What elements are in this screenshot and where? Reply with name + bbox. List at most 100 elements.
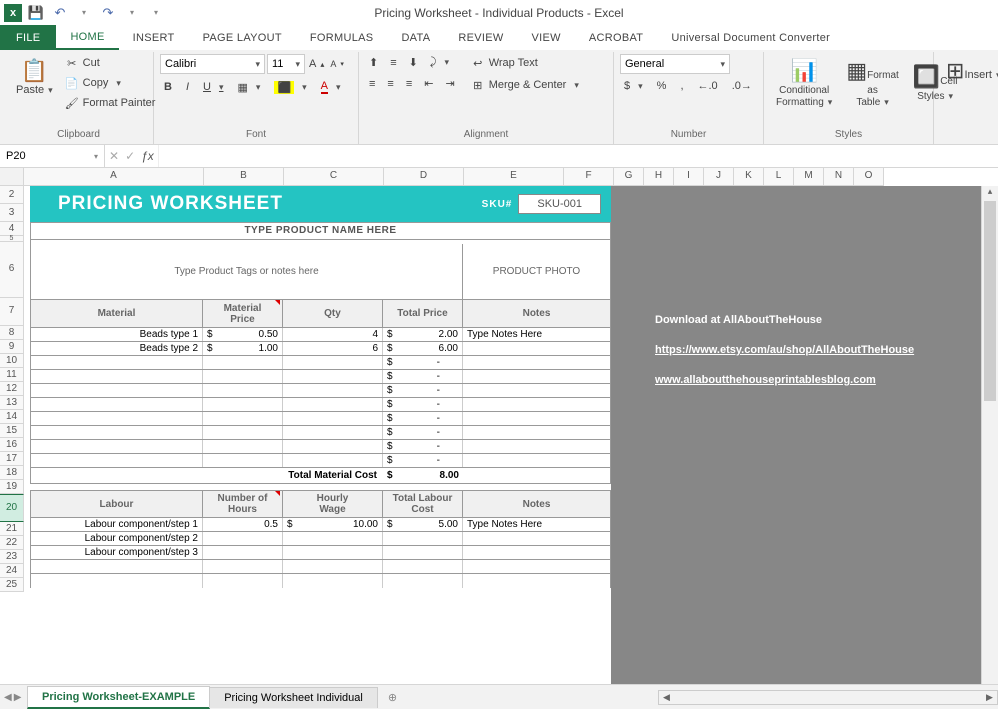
merge-center-button[interactable]: ⊞Merge & Center▾ (467, 76, 583, 94)
increase-decimal-button[interactable]: ←.0 (694, 78, 722, 94)
border-button[interactable]: ▦▾ (234, 79, 265, 96)
table-row[interactable]: $- (30, 356, 611, 370)
tab-udc[interactable]: Universal Document Converter (657, 25, 844, 50)
row-header[interactable]: 4 (0, 222, 24, 236)
vertical-scrollbar[interactable]: ▴ (981, 186, 998, 684)
font-size-select[interactable]: 11▾ (267, 54, 305, 74)
row-header[interactable]: 23 (0, 550, 24, 564)
tab-acrobat[interactable]: ACROBAT (575, 25, 657, 50)
conditional-formatting-button[interactable]: 📊ConditionalFormatting▾ (770, 54, 838, 112)
percent-button[interactable]: % (653, 78, 671, 94)
align-top-button[interactable]: ⬆ (365, 54, 382, 71)
redo-icon[interactable]: ↷ (98, 3, 118, 23)
undo-dropdown[interactable]: ▾ (74, 3, 94, 23)
product-name-cell[interactable]: TYPE PRODUCT NAME HERE (30, 222, 611, 240)
format-as-table-button[interactable]: ▦Format asTable▾ (840, 54, 904, 112)
table-row[interactable]: Beads type 1 $0.50 4 $2.00 Type Notes He… (30, 328, 611, 342)
table-row[interactable]: $- (30, 412, 611, 426)
col-header[interactable]: H (644, 168, 674, 186)
copy-button[interactable]: 📄Copy▾ (61, 74, 160, 92)
font-name-select[interactable]: Calibri▾ (160, 54, 265, 74)
align-middle-button[interactable]: ≡ (386, 55, 400, 71)
tab-file[interactable]: FILE (0, 25, 56, 50)
tab-view[interactable]: VIEW (518, 25, 575, 50)
col-header[interactable]: E (464, 168, 564, 186)
sku-value[interactable]: SKU-001 (518, 194, 601, 214)
product-tags-cell[interactable]: Type Product Tags or notes here (31, 244, 463, 299)
row-header[interactable]: 20 (0, 494, 24, 522)
etsy-link[interactable]: https://www.etsy.com/au/shop/AllAboutThe… (655, 344, 914, 356)
col-header[interactable]: O (854, 168, 884, 186)
row-header[interactable]: 25 (0, 578, 24, 592)
table-row[interactable]: $- (30, 440, 611, 454)
align-center-button[interactable]: ≡ (383, 76, 397, 92)
col-header[interactable]: G (614, 168, 644, 186)
table-row[interactable]: $- (30, 370, 611, 384)
row-header[interactable]: 13 (0, 396, 24, 410)
col-header[interactable]: M (794, 168, 824, 186)
align-bottom-button[interactable]: ⬇ (405, 54, 422, 71)
increase-indent-button[interactable]: ⇥ (441, 75, 458, 92)
row-header[interactable]: 15 (0, 424, 24, 438)
row-header[interactable]: 3 (0, 204, 24, 222)
tab-scroll-right-icon[interactable]: ▶ (14, 692, 22, 703)
bold-button[interactable]: B (160, 79, 176, 95)
sheet-tab-individual[interactable]: Pricing Worksheet Individual (209, 687, 378, 708)
col-header[interactable]: J (704, 168, 734, 186)
new-sheet-button[interactable]: ⊕ (378, 687, 407, 708)
row-header[interactable]: 21 (0, 522, 24, 536)
row-header[interactable]: 11 (0, 368, 24, 382)
save-icon[interactable]: 💾 (26, 3, 46, 23)
accounting-format-button[interactable]: $▾ (620, 78, 647, 94)
font-color-button[interactable]: A▾ (317, 78, 345, 96)
table-row[interactable]: Labour component/step 1 0.5 $10.00 $5.00… (30, 518, 611, 532)
col-header[interactable]: A (24, 168, 204, 186)
col-header[interactable]: L (764, 168, 794, 186)
table-row[interactable] (30, 574, 611, 588)
table-row[interactable]: $- (30, 454, 611, 468)
orientation-button[interactable]: ⤸▾ (426, 54, 453, 71)
table-row[interactable]: Labour component/step 2 (30, 532, 611, 546)
col-header[interactable]: D (384, 168, 464, 186)
table-row[interactable]: $- (30, 426, 611, 440)
select-all-corner[interactable] (0, 168, 24, 186)
row-header[interactable]: 7 (0, 298, 24, 326)
table-row[interactable] (30, 560, 611, 574)
name-box[interactable]: P20▾ (0, 145, 105, 167)
align-left-button[interactable]: ≡ (365, 76, 379, 92)
col-header[interactable]: F (564, 168, 614, 186)
row-header[interactable]: 9 (0, 340, 24, 354)
number-format-select[interactable]: General▾ (620, 54, 730, 74)
format-painter-button[interactable]: 🖌Format Painter (61, 94, 160, 112)
row-header[interactable]: 24 (0, 564, 24, 578)
fill-color-button[interactable]: ⬛▾ (270, 79, 310, 96)
product-photo-cell[interactable]: PRODUCT PHOTO (463, 244, 610, 299)
row-header[interactable]: 16 (0, 438, 24, 452)
row-header[interactable]: 8 (0, 326, 24, 340)
tab-formulas[interactable]: FORMULAS (296, 25, 388, 50)
tab-review[interactable]: REVIEW (444, 25, 517, 50)
wrap-text-button[interactable]: ↩Wrap Text (467, 54, 583, 72)
insert-cells-button[interactable]: ⊞Insert▾ (940, 54, 978, 88)
row-header[interactable]: 10 (0, 354, 24, 368)
qat-customize[interactable]: ▾ (146, 3, 166, 23)
tab-data[interactable]: DATA (387, 25, 444, 50)
tab-page-layout[interactable]: PAGE LAYOUT (189, 25, 296, 50)
underline-button[interactable]: U▾ (199, 79, 227, 95)
decrease-indent-button[interactable]: ⇤ (420, 75, 437, 92)
undo-icon[interactable]: ↶ (50, 3, 70, 23)
col-header[interactable]: N (824, 168, 854, 186)
decrease-decimal-button[interactable]: .0→ (728, 78, 756, 94)
row-header[interactable]: 22 (0, 536, 24, 550)
italic-button[interactable]: I (182, 79, 193, 95)
fx-icon[interactable]: ƒx (141, 149, 154, 163)
horizontal-scrollbar[interactable]: ◀▶ (658, 690, 998, 705)
col-header[interactable]: C (284, 168, 384, 186)
row-header[interactable]: 14 (0, 410, 24, 424)
row-header[interactable]: 17 (0, 452, 24, 466)
col-header[interactable]: I (674, 168, 704, 186)
tab-insert[interactable]: INSERT (119, 25, 189, 50)
table-row[interactable]: Labour component/step 3 (30, 546, 611, 560)
formula-input[interactable] (159, 145, 998, 167)
cut-button[interactable]: ✂Cut (61, 54, 160, 72)
